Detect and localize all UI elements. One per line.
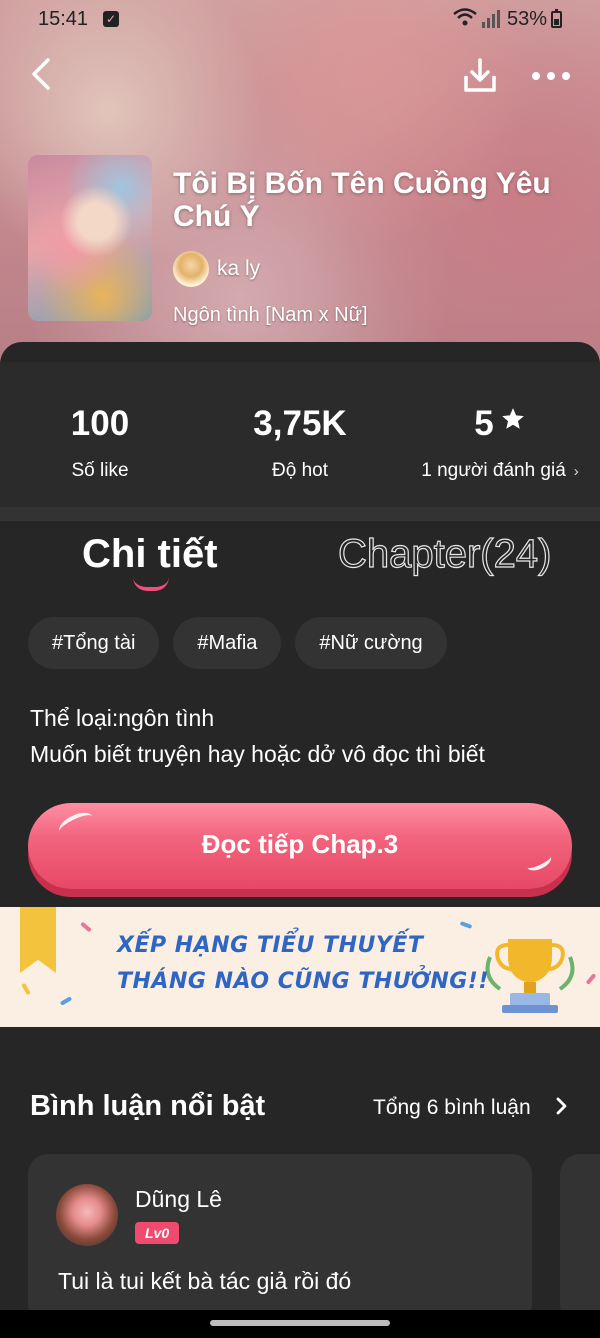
comment-text: Tui là tui kết bà tác giả rồi đó xyxy=(58,1268,352,1294)
tab-detail[interactable]: Chi tiết xyxy=(82,532,218,577)
author-avatar[interactable] xyxy=(173,251,209,287)
commenter-avatar[interactable] xyxy=(56,1184,118,1246)
bookmark-ribbon-icon xyxy=(20,907,56,973)
description-line: Muốn biết truyện hay hoặc dở vô đọc thì … xyxy=(30,741,485,767)
home-gesture-handle[interactable] xyxy=(210,1320,390,1326)
stats-panel: 100 Số like 3,75K Độ hot 5 1 người đánh … xyxy=(0,362,600,507)
comments-total-link[interactable]: Tổng 6 bình luận xyxy=(373,1096,531,1120)
status-bar: 15:41 ✓ 53% xyxy=(0,0,600,38)
rating-label-row[interactable]: 1 người đánh giá › xyxy=(400,460,600,482)
confetti-decoration xyxy=(80,921,92,933)
likes-count: 100 xyxy=(70,404,130,443)
likes-label: Số like xyxy=(71,460,129,481)
story-description: Thể loại:ngôn tình Muốn biết truyện hay … xyxy=(30,700,590,772)
author-info[interactable]: ka ly xyxy=(173,251,260,287)
featured-comments-title: Bình luận nổi bật xyxy=(30,1090,266,1122)
comment-card-partial[interactable] xyxy=(560,1154,600,1324)
continue-reading-button[interactable]: Đọc tiếp Chap.3 xyxy=(28,803,572,889)
tag-chip[interactable]: #Nữ cường xyxy=(295,617,447,669)
story-genre: Ngôn tình [Nam x Nữ] xyxy=(173,304,368,326)
stat-rating[interactable]: 5 1 người đánh giá › xyxy=(400,362,600,507)
system-navigation-bar xyxy=(0,1310,600,1338)
hot-count: 3,75K xyxy=(253,404,347,443)
tag-chip[interactable]: #Mafia xyxy=(173,617,282,669)
tag-list: #Tổng tài #Mafia #Nữ cường xyxy=(28,617,447,669)
ranking-promo-banner[interactable] xyxy=(0,907,600,1027)
confetti-decoration xyxy=(585,973,597,985)
tag-chip[interactable]: #Tổng tài xyxy=(28,617,160,669)
section-divider xyxy=(0,507,600,521)
author-name[interactable]: ka ly xyxy=(217,257,260,281)
chevron-right-icon[interactable] xyxy=(552,1094,572,1118)
rating-value-row: 5 xyxy=(400,404,600,444)
confetti-decoration xyxy=(21,982,31,996)
status-time: 15:41 xyxy=(38,8,89,30)
battery-icon xyxy=(551,9,562,28)
rating-label: 1 người đánh giá xyxy=(421,460,566,481)
story-title: Tôi Bị Bốn Tên Cuồng Yêu Chú Ý xyxy=(173,167,551,233)
story-cover-image xyxy=(28,155,152,321)
comment-card[interactable]: Dũng Lê Lv0 Tui là tui kết bà tác giả rồ… xyxy=(28,1154,532,1324)
more-options-icon[interactable] xyxy=(528,60,574,92)
banner-subline: THÁNG NÀO CŨNG THƯỞNG!! xyxy=(117,969,489,994)
wifi-signal-icon xyxy=(453,8,500,28)
notification-check-icon: ✓ xyxy=(103,11,119,27)
trophy-icon xyxy=(485,939,575,1013)
stat-hot: 3,75K Độ hot xyxy=(200,362,400,507)
confetti-decoration xyxy=(459,921,473,929)
stat-likes: 100 Số like xyxy=(0,362,200,507)
chevron-right-icon: › xyxy=(573,463,579,480)
star-icon xyxy=(501,408,524,429)
tab-chapter[interactable]: Chapter(24) xyxy=(337,531,552,577)
banner-headline: XẾP HẠNG TIỂU THUYẾT xyxy=(117,933,424,958)
rating-score: 5 xyxy=(474,404,494,443)
level-badge: Lv0 xyxy=(135,1222,180,1244)
description-line: Thể loại:ngôn tình xyxy=(30,705,215,731)
battery-percent: 53% xyxy=(507,8,548,30)
confetti-decoration xyxy=(59,996,73,1006)
continue-reading-label: Đọc tiếp Chap.3 xyxy=(201,829,399,859)
back-arrow-icon[interactable] xyxy=(22,54,62,94)
download-icon[interactable] xyxy=(458,54,502,98)
commenter-name: Dũng Lê xyxy=(135,1186,222,1212)
hot-label: Độ hot xyxy=(272,460,328,481)
